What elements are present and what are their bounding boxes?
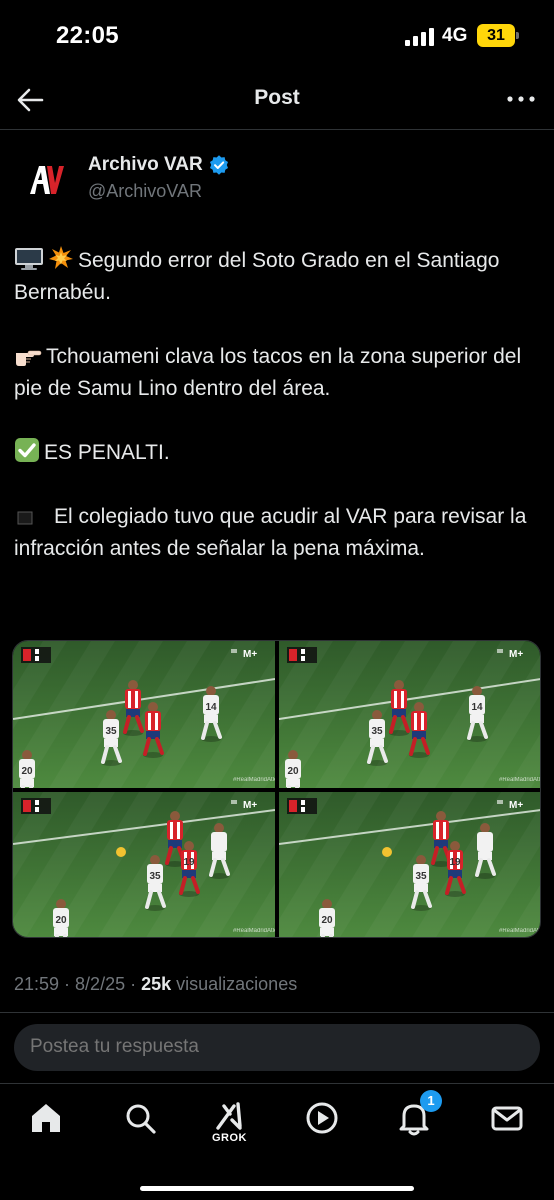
reply-box[interactable] [14, 1024, 540, 1071]
views-label: visualizaciones [171, 974, 298, 994]
status-time: 22:05 [56, 22, 119, 49]
meta-separator: · [125, 974, 142, 994]
header-divider [0, 129, 554, 130]
svg-text:35: 35 [371, 726, 383, 737]
meta-divider [0, 1012, 554, 1013]
svg-text:19: 19 [183, 857, 195, 868]
media-image[interactable]: M+ 19 35 20 #RealMadridAtleti [279, 792, 541, 937]
svg-text:35: 35 [415, 871, 427, 882]
post-header: Post [0, 72, 554, 128]
desktop-computer-icon [15, 248, 43, 270]
black-square-icon [17, 511, 33, 525]
post-time: 21:59 [14, 974, 60, 994]
reply-input[interactable] [30, 1036, 510, 1058]
svg-text:M+: M+ [243, 800, 257, 811]
svg-text:#RealMadridAtleti: #RealMadridAtleti [499, 928, 541, 934]
post-paragraph: El colegiado tuvo que acudir al VAR para… [14, 501, 540, 565]
svg-text:M+: M+ [243, 649, 257, 660]
status-bar: 22:05 4G 31 [0, 0, 554, 72]
page-title: Post [254, 86, 300, 109]
broadcast-frame: M+ 14 35 20 #RealMadridAtleti [279, 641, 541, 788]
svg-text:M+: M+ [509, 800, 523, 811]
post-text-3: ES PENALTI. [44, 441, 170, 464]
svg-text:#RealMadridAtleti: #RealMadridAtleti [233, 928, 275, 934]
svg-text:14: 14 [205, 702, 217, 713]
svg-text:M+: M+ [509, 649, 523, 660]
messages-icon[interactable] [487, 1098, 527, 1138]
post-date: 8/2/25 [75, 974, 126, 994]
meta-separator: · [59, 974, 76, 994]
views-count[interactable]: 25k [141, 974, 171, 994]
svg-text:35: 35 [105, 726, 117, 737]
battery-icon: 31 [477, 24, 519, 47]
post-body: Segundo error del Soto Grado en el Santi… [14, 245, 540, 565]
media-grid[interactable]: M+ 14 35 20 #RealMadridAtleti M+ 14 35 20 #RealMa… [12, 640, 541, 938]
svg-text:#RealMadridAtleti: #RealMadridAtleti [233, 777, 275, 783]
svg-text:14: 14 [471, 702, 483, 713]
author-name[interactable]: Archivo VAR [88, 154, 229, 176]
video-icon[interactable] [302, 1098, 342, 1138]
home-indicator [140, 1186, 414, 1191]
svg-text:20: 20 [21, 766, 33, 777]
post-text-1: Segundo error del Soto Grado en el Santi… [14, 249, 500, 304]
post-text-2: Tchouameni clava los tacos en la zona su… [14, 345, 522, 400]
media-image[interactable]: M+ 14 35 20 #RealMadridAtleti [279, 641, 541, 788]
signal-strength-icon [405, 28, 435, 46]
media-image[interactable]: M+ 19 35 20 #RealMadridAtleti [13, 792, 275, 937]
author-name-text[interactable]: Archivo VAR [88, 154, 203, 176]
author-handle[interactable]: @ArchivoVAR [88, 181, 202, 202]
svg-text:20: 20 [287, 766, 299, 777]
avatar[interactable] [14, 150, 74, 210]
bottom-nav: 1 [0, 1084, 554, 1200]
search-icon[interactable] [120, 1098, 160, 1138]
grok-label: GROK [212, 1132, 247, 1144]
broadcast-frame: M+ 19 35 20 #RealMadridAtleti [279, 792, 541, 937]
check-mark-icon [15, 438, 39, 462]
post-paragraph: Tchouameni clava los tacos en la zona su… [14, 341, 540, 405]
more-options-icon[interactable] [506, 94, 536, 104]
notification-badge: 1 [420, 1090, 442, 1112]
post-metadata: 21:59 · 8/2/25 · 25k visualizaciones [14, 974, 297, 995]
svg-text:19: 19 [449, 857, 461, 868]
broadcast-frame: M+ 14 35 20 #RealMadridAtleti [13, 641, 275, 788]
verified-badge-icon [209, 155, 228, 175]
svg-text:20: 20 [55, 915, 67, 926]
collision-icon [49, 246, 73, 269]
post-paragraph: Segundo error del Soto Grado en el Santi… [14, 245, 540, 309]
broadcast-frame: M+ 19 35 20 #RealMadridAtleti [13, 792, 275, 937]
post-paragraph: ES PENALTI. [14, 437, 540, 469]
post-text-4: El colegiado tuvo que acudir al VAR para… [14, 505, 527, 560]
svg-text:35: 35 [149, 871, 161, 882]
home-icon[interactable] [26, 1098, 66, 1138]
svg-text:20: 20 [321, 915, 333, 926]
network-type: 4G [442, 25, 468, 46]
pointing-finger-icon [16, 350, 42, 366]
notifications-tab[interactable]: 1 [394, 1090, 442, 1138]
media-image[interactable]: M+ 14 35 20 #RealMadridAtleti [13, 641, 275, 788]
svg-text:#RealMadridAtleti: #RealMadridAtleti [499, 777, 541, 783]
